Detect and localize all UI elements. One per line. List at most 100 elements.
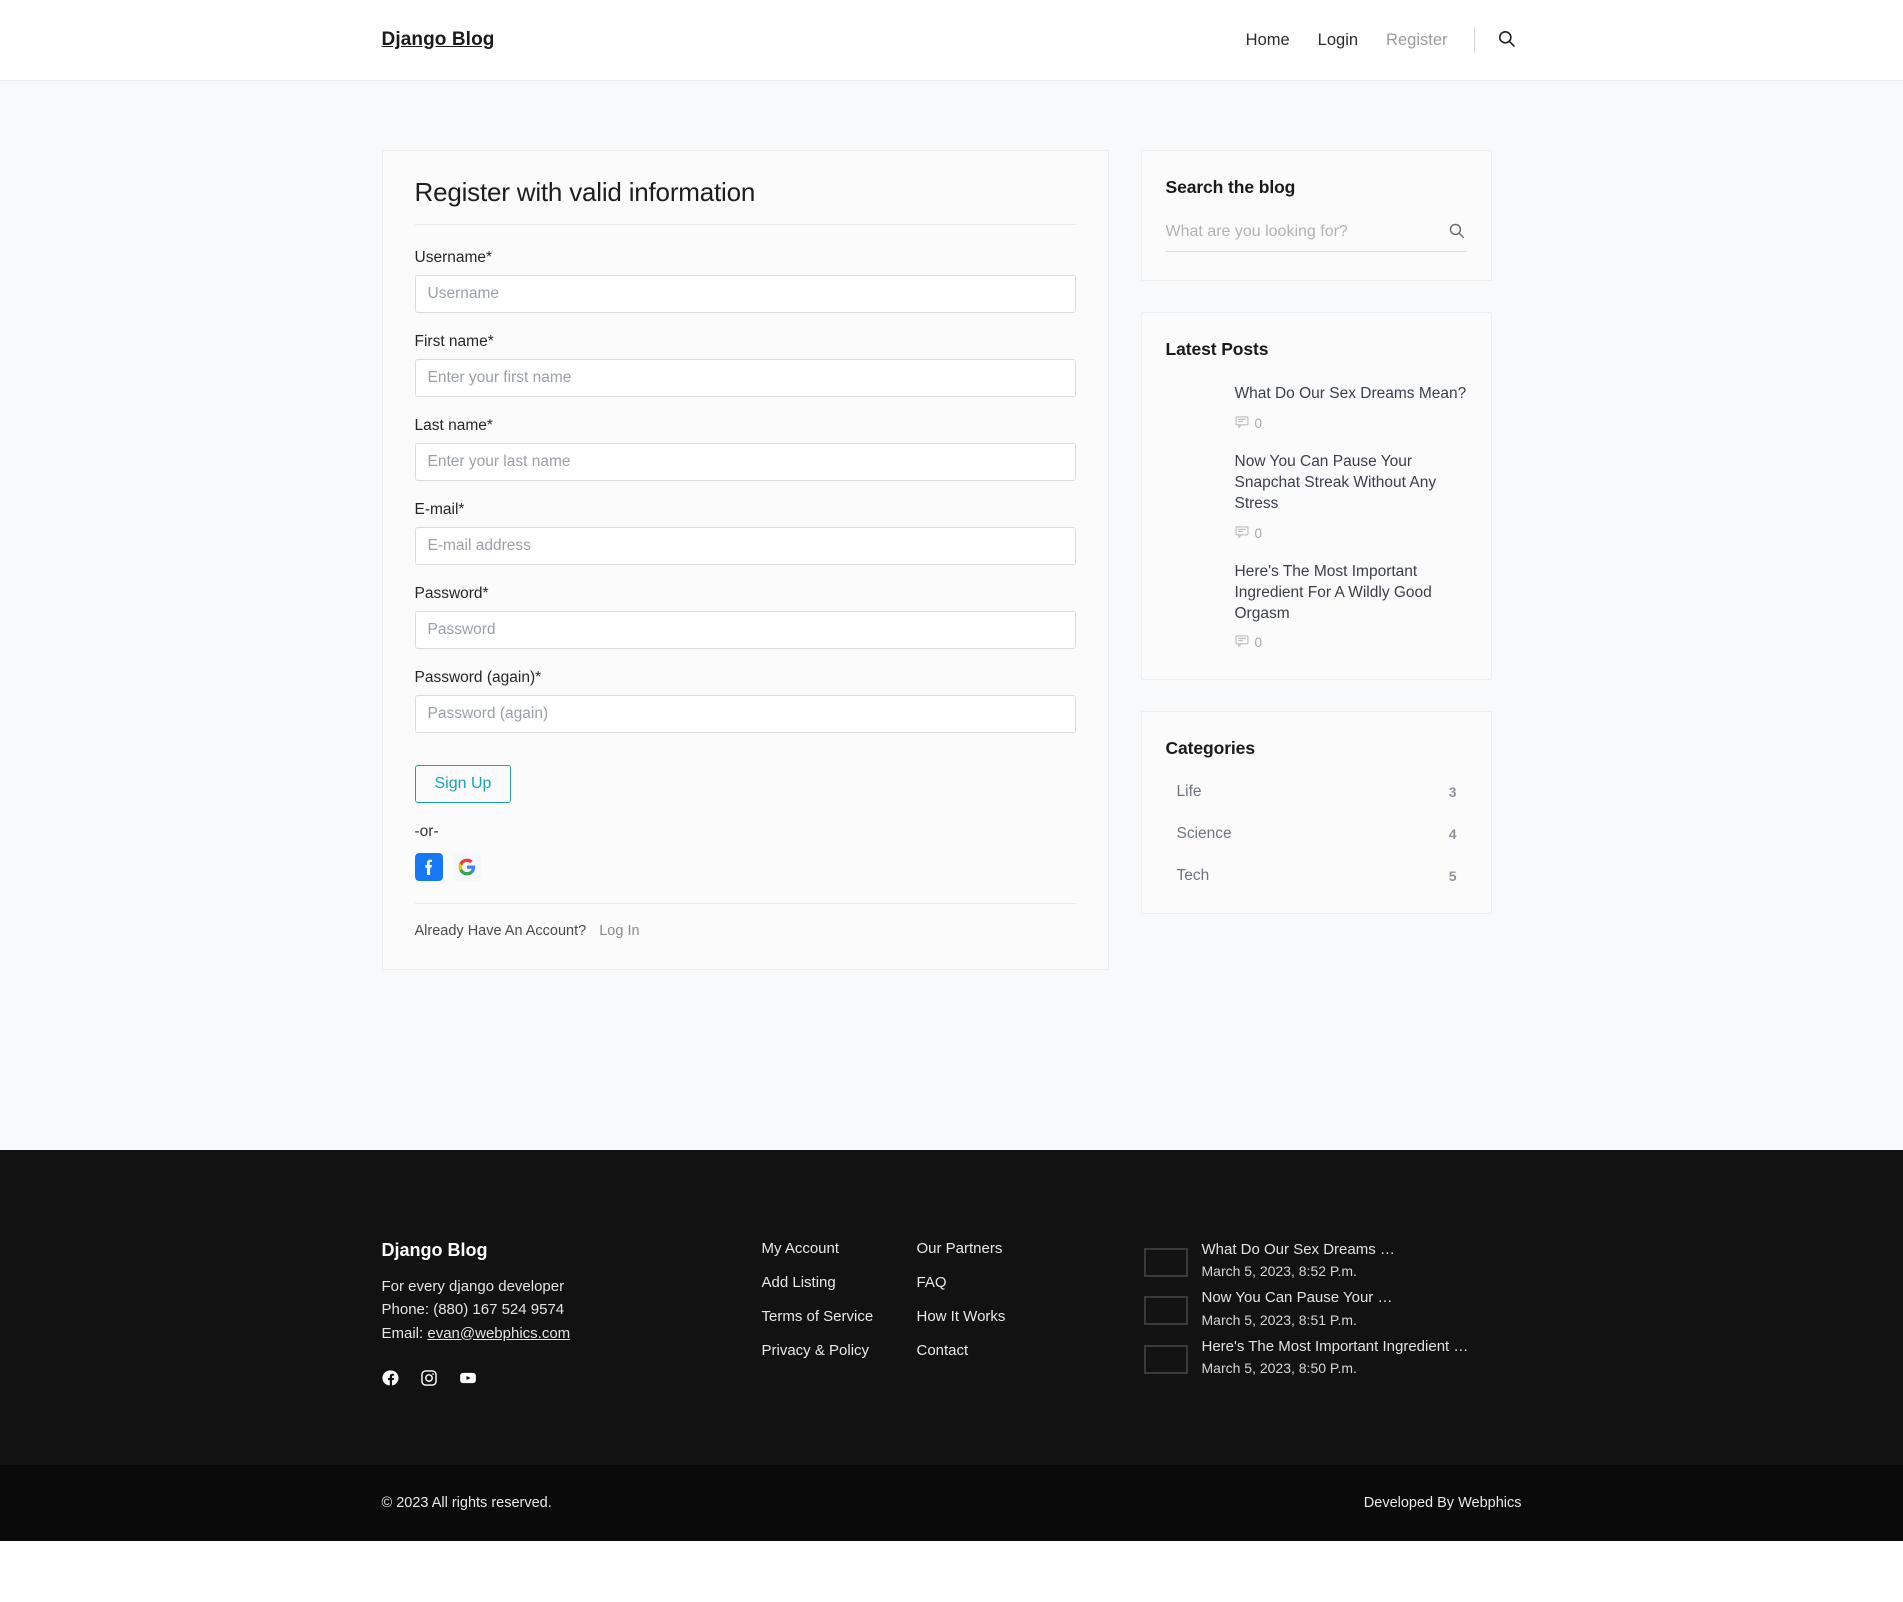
- footer-link-contact[interactable]: Contact: [917, 1342, 1132, 1360]
- footer-post-meta: What Do Our Sex Dreams … March 5, 2023, …: [1202, 1240, 1395, 1279]
- first-name-input[interactable]: [414, 359, 1076, 397]
- footer-post-title[interactable]: What Do Our Sex Dreams …: [1202, 1240, 1395, 1260]
- main-nav: Home Login Register: [1232, 27, 1522, 53]
- category-count: 4: [1448, 826, 1457, 843]
- page-title: Register with valid information: [414, 177, 1076, 225]
- category-row[interactable]: Science 4: [1166, 825, 1467, 843]
- post-title-link[interactable]: What Do Our Sex Dreams Mean?: [1235, 384, 1467, 405]
- latest-posts-title: Latest Posts: [1165, 339, 1269, 359]
- field-username: Username*: [414, 249, 1076, 313]
- site-header: Django Blog Home Login Register: [0, 0, 1903, 81]
- copyright-text: © 2023 All rights reserved.: [381, 1494, 552, 1511]
- footer-link-terms-of-service[interactable]: Terms of Service: [762, 1308, 917, 1326]
- nav-item-home[interactable]: Home: [1232, 31, 1304, 50]
- post-thumbnail: [1166, 562, 1221, 598]
- page-root: Django Blog Home Login Register Register…: [0, 0, 1903, 1150]
- comment-count: 0: [1254, 415, 1263, 431]
- facebook-login-icon[interactable]: [414, 853, 443, 881]
- google-login-icon[interactable]: [452, 853, 481, 881]
- search-icon: [1448, 222, 1465, 242]
- field-last-name: Last name*: [414, 417, 1076, 481]
- password-again-input[interactable]: [414, 695, 1076, 733]
- footer-post-item[interactable]: Now You Can Pause Your … March 5, 2023, …: [1143, 1288, 1522, 1328]
- field-password-again: Password (again)*: [414, 669, 1076, 733]
- nav-item-login[interactable]: Login: [1304, 31, 1372, 50]
- field-email: E-mail*: [414, 501, 1076, 565]
- comment-icon: [1234, 525, 1249, 542]
- list-item[interactable]: Here's The Most Important Ingredient For…: [1166, 562, 1467, 652]
- post-meta: Here's The Most Important Ingredient For…: [1235, 562, 1467, 652]
- search-widget-title: Search the blog: [1165, 177, 1296, 197]
- or-separator-text: -or-: [414, 823, 439, 840]
- list-item[interactable]: What Do Our Sex Dreams Mean? 0: [1166, 384, 1467, 432]
- footer-link-my-account[interactable]: My Account: [762, 1240, 917, 1258]
- comment-icon: [1234, 415, 1249, 432]
- header-search-button[interactable]: [1491, 27, 1522, 53]
- category-name[interactable]: Tech: [1177, 867, 1210, 885]
- username-input[interactable]: [414, 275, 1076, 313]
- category-name[interactable]: Science: [1177, 825, 1232, 843]
- footer-post-date: March 5, 2023, 8:50 P.m.: [1201, 1359, 1357, 1376]
- search-field-wrap: [1165, 222, 1467, 252]
- footer-email-row: Email: evan@webphics.com: [382, 1322, 762, 1345]
- footer-link-faq[interactable]: FAQ: [917, 1274, 1132, 1292]
- facebook-icon[interactable]: [381, 1369, 400, 1387]
- search-input[interactable]: [1165, 223, 1446, 241]
- already-have-account-row: Already Have An Account? Log In: [415, 923, 1076, 939]
- instagram-icon[interactable]: [420, 1369, 438, 1387]
- search-widget: Search the blog: [1140, 150, 1492, 281]
- field-password: Password*: [414, 585, 1076, 649]
- sign-up-button[interactable]: Sign Up: [414, 765, 512, 803]
- footer-brand-column: Django Blog For every django developer P…: [382, 1240, 762, 1387]
- footer-link-privacy-policy[interactable]: Privacy & Policy: [762, 1342, 917, 1360]
- footer-social-row: [381, 1369, 762, 1387]
- comment-count-row: 0: [1234, 525, 1467, 542]
- footer-link-our-partners[interactable]: Our Partners: [917, 1240, 1132, 1258]
- footer-post-meta: Here's The Most Important Ingredient … M…: [1202, 1337, 1469, 1376]
- label-first-name: First name*: [414, 333, 494, 350]
- footer-post-date: March 5, 2023, 8:52 P.m.: [1201, 1263, 1357, 1280]
- category-name[interactable]: Life: [1177, 783, 1202, 801]
- field-first-name: First name*: [414, 333, 1076, 397]
- main-content: Register with valid information Username…: [381, 81, 1522, 1150]
- latest-posts-widget: Latest Posts What Do Our Sex Dreams Mean…: [1140, 312, 1492, 681]
- footer-email-link[interactable]: evan@webphics.com: [427, 1325, 570, 1342]
- post-title-link[interactable]: Now You Can Pause Your Snapchat Streak W…: [1235, 452, 1467, 515]
- already-have-account-text: Already Have An Account?: [414, 923, 587, 939]
- footer-post-item[interactable]: What Do Our Sex Dreams … March 5, 2023, …: [1143, 1240, 1522, 1279]
- label-username: Username*: [414, 249, 493, 266]
- developed-by-text: Developed By Webphics: [1363, 1494, 1522, 1511]
- brand-logo[interactable]: Django Blog: [382, 29, 495, 51]
- category-row[interactable]: Tech 5: [1166, 867, 1467, 885]
- log-in-link[interactable]: Log In: [599, 923, 639, 939]
- footer-post-title[interactable]: Here's The Most Important Ingredient …: [1202, 1337, 1469, 1357]
- label-password: Password*: [414, 585, 489, 602]
- search-submit-button[interactable]: [1446, 222, 1467, 242]
- comment-count-row: 0: [1234, 634, 1467, 651]
- footer-link-how-it-works[interactable]: How It Works: [917, 1308, 1132, 1326]
- categories-widget: Categories Life 3 Science 4 Tech 5: [1140, 711, 1492, 915]
- register-column: Register with valid information Username…: [381, 150, 1109, 970]
- footer-post-title[interactable]: Now You Can Pause Your …: [1202, 1288, 1393, 1308]
- footer-links-column-1: My Account Add Listing Terms of Service …: [762, 1240, 917, 1387]
- register-form: Username* First name* Last name* E-mail*: [414, 249, 1076, 803]
- social-login-row: [414, 853, 1076, 904]
- comment-count: 0: [1254, 525, 1263, 541]
- categories-title: Categories: [1165, 738, 1256, 759]
- list-item[interactable]: Now You Can Pause Your Snapchat Streak W…: [1166, 452, 1467, 542]
- last-name-input[interactable]: [414, 443, 1076, 481]
- post-thumbnail: [1166, 384, 1221, 420]
- label-last-name: Last name*: [414, 417, 493, 434]
- category-row[interactable]: Life 3: [1166, 783, 1467, 801]
- email-input[interactable]: [414, 527, 1076, 565]
- nav-divider: [1473, 27, 1475, 53]
- footer-link-add-listing[interactable]: Add Listing: [762, 1274, 917, 1292]
- footer-post-date: March 5, 2023, 8:51 P.m.: [1201, 1311, 1357, 1328]
- footer-post-item[interactable]: Here's The Most Important Ingredient … M…: [1143, 1337, 1522, 1376]
- nav-item-register[interactable]: Register: [1372, 31, 1461, 50]
- post-title-link[interactable]: Here's The Most Important Ingredient For…: [1235, 562, 1467, 625]
- register-card: Register with valid information Username…: [381, 150, 1109, 970]
- youtube-icon[interactable]: [458, 1369, 478, 1387]
- password-input[interactable]: [414, 611, 1076, 649]
- footer-phone: Phone: (880) 167 524 9574: [381, 1301, 565, 1319]
